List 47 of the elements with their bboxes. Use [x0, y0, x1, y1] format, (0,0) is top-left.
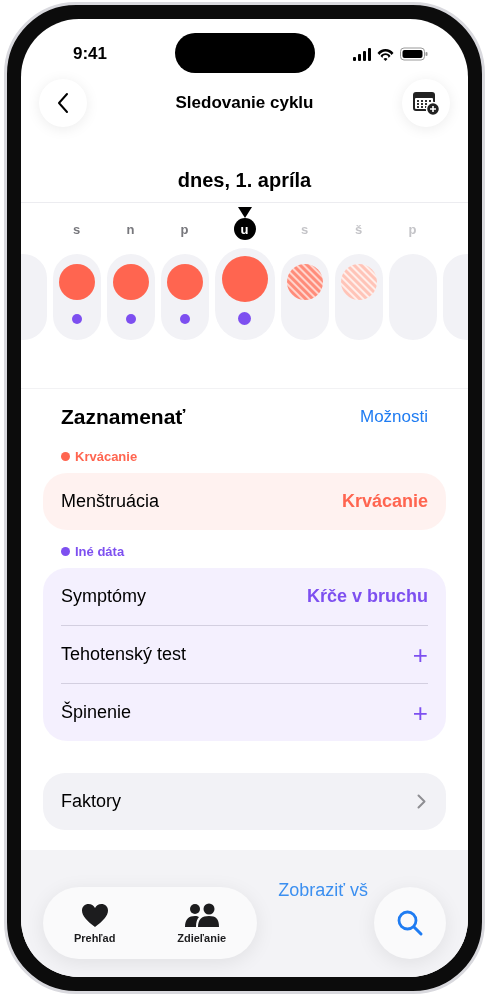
weekday-letter: s [299, 220, 310, 239]
tab-item[interactable]: Zdieľanie [177, 902, 227, 944]
search-icon [396, 909, 424, 937]
flow-circle-icon [166, 264, 203, 300]
back-button[interactable] [39, 79, 87, 127]
row-value[interactable]: Kŕče v bruchu [306, 586, 428, 607]
chevron-left-icon [56, 92, 70, 114]
flow-circle-icon [58, 264, 95, 300]
tab-item[interactable]: Prehľad [73, 902, 116, 944]
day-pill[interactable] [280, 254, 329, 340]
weekday-letter: s [71, 220, 82, 239]
day-pill[interactable] [52, 254, 101, 340]
row-value[interactable]: Krvácanie [341, 491, 428, 512]
show-all-link[interactable]: Zobraziť vš [278, 880, 368, 901]
calendar-add-icon [412, 90, 440, 116]
flow-circle-icon [221, 256, 268, 302]
options-link[interactable]: Možnosti [359, 407, 428, 427]
flow-circle-icon [286, 264, 323, 300]
row-label: Menštruácia [61, 491, 160, 512]
weekday-letter: š [353, 220, 364, 239]
heart-icon [80, 902, 109, 928]
weekday-letter: p [407, 220, 418, 239]
weekday-letter: p [179, 220, 190, 239]
status-time: 9:41 [73, 44, 108, 64]
wifi-icon [377, 47, 394, 61]
add-button[interactable]: + [412, 699, 428, 726]
battery-icon [400, 47, 428, 61]
category-label: Krvácanie [75, 448, 138, 464]
row-label: Symptómy [61, 586, 147, 607]
row-label: Tehotenský test [61, 644, 187, 665]
flow-circle-icon [112, 264, 149, 300]
today-pointer-icon [237, 207, 252, 218]
add-button[interactable]: + [412, 641, 428, 668]
people-icon [183, 902, 220, 928]
chevron-right-icon [417, 794, 426, 809]
signal-icon [353, 47, 371, 61]
category-label: Iné dáta [75, 543, 125, 559]
weekday-letter: n [125, 220, 136, 239]
row-label: Špinenie [61, 702, 132, 723]
calendar-add-button[interactable] [402, 79, 450, 127]
flow-circle-icon [340, 264, 377, 300]
day-pill[interactable] [106, 254, 155, 340]
factors-row[interactable]: Faktory [43, 773, 446, 830]
day-pill[interactable] [160, 254, 209, 340]
section-title: Zaznamenať [61, 405, 186, 429]
screen-title: Sledovanie cyklu [175, 93, 314, 113]
date-heading: dnes, 1. apríla [177, 169, 312, 192]
